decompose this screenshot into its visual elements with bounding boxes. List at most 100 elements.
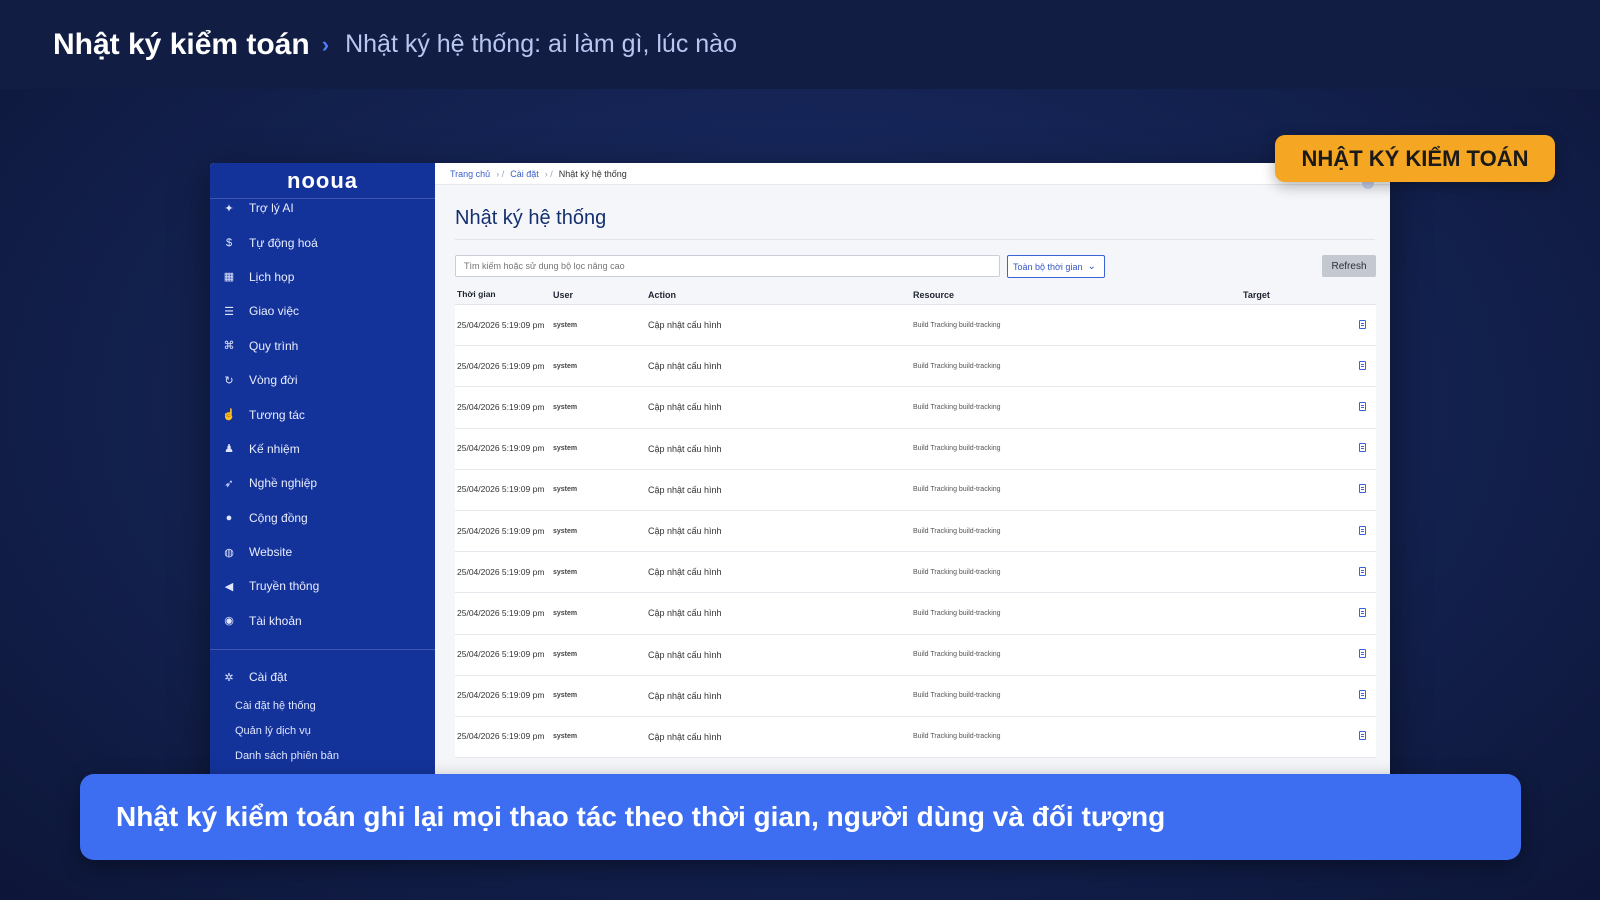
cell-time: 25/04/2026 5:19:09 pm <box>457 525 545 536</box>
time-range-value: Toàn bộ thời gian <box>1013 261 1083 272</box>
cell-resource: Build Tracking build-tracking <box>913 692 1001 700</box>
cell-time: 25/04/2026 5:19:09 pm <box>457 443 545 454</box>
sidebar-item-settings[interactable]: ✲ Cài đặt <box>210 660 435 694</box>
cell-action: Cập nhật cấu hình <box>648 731 722 742</box>
sidebar-item-label: Nghề nghiệp <box>249 476 318 491</box>
cell-user: system <box>553 321 578 329</box>
breadcrumb-settings[interactable]: Cài đặt <box>510 169 539 179</box>
sidebar-item-label: Truyền thông <box>249 579 320 594</box>
cell-time: 25/04/2026 5:19:09 pm <box>457 649 545 660</box>
document-icon[interactable] <box>1359 443 1366 453</box>
column-header-resource[interactable]: Resource <box>913 290 1243 300</box>
document-icon[interactable] <box>1359 607 1366 617</box>
cell-time: 25/04/2026 5:19:09 pm <box>457 731 545 742</box>
audit-log-table: Thời gian User Action Resource Target 25… <box>455 285 1376 759</box>
cell-time: 25/04/2026 5:19:09 pm <box>457 607 545 618</box>
search-input[interactable] <box>455 255 1000 277</box>
cell-resource: Build Tracking build-tracking <box>913 568 1001 576</box>
cell-time: 25/04/2026 5:19:09 pm <box>457 360 545 371</box>
cell-resource: Build Tracking build-tracking <box>913 651 1001 659</box>
cell-user: system <box>553 692 578 700</box>
sidebar-item[interactable]: ♟ Kế nhiệm <box>210 432 435 466</box>
users-icon: ♟ <box>224 443 234 456</box>
cell-action: Cập nhật cấu hình <box>648 690 722 701</box>
cell-user: system <box>553 733 578 741</box>
slide-title: Nhật ký kiểm toán <box>53 27 310 61</box>
table-row[interactable]: 25/04/2026 5:19:09 pm system Cập nhật cấu … <box>455 593 1376 635</box>
cell-user: system <box>553 527 578 535</box>
table-row[interactable]: 25/04/2026 5:19:09 pm system Cập nhật cấu … <box>455 716 1376 759</box>
sidebar-item[interactable]: ✦ Trợ lý AI <box>210 191 435 225</box>
document-icon[interactable] <box>1359 525 1366 535</box>
settings-subitem[interactable]: Cài đặt hệ thống <box>210 694 435 719</box>
globe-icon: ◍ <box>224 546 234 559</box>
cell-user: system <box>553 651 578 659</box>
cell-target <box>1243 319 1376 331</box>
sidebar-item-label: Website <box>249 545 293 560</box>
column-header-time[interactable]: Thời gian <box>455 288 553 301</box>
table-row[interactable]: 25/04/2026 5:19:09 pm system Cập nhật cấu … <box>455 552 1376 594</box>
column-header-user[interactable]: User <box>553 290 648 300</box>
thumbs-up-icon: ☝ <box>222 409 236 422</box>
settings-subitem[interactable]: Quản lý dịch vụ <box>210 719 435 744</box>
breadcrumb-current: Nhật ký hệ thống <box>558 168 627 179</box>
calendar-icon: ▦ <box>223 271 235 284</box>
sidebar-item[interactable]: ◀ Truyền thông <box>210 569 435 603</box>
refresh-button[interactable]: Refresh <box>1322 255 1376 277</box>
cell-time: 25/04/2026 5:19:09 pm <box>457 690 545 701</box>
cell-action: Cập nhật cấu hình <box>648 443 722 454</box>
cell-target <box>1243 525 1376 537</box>
table-row[interactable]: 25/04/2026 5:19:09 pm system Cập nhật cấu … <box>455 387 1376 429</box>
column-header-action[interactable]: Action <box>648 290 913 300</box>
document-icon[interactable] <box>1359 484 1366 494</box>
sidebar-item[interactable]: ◉ Tài khoản <box>210 604 435 638</box>
rocket-icon: ➶ <box>224 477 234 490</box>
sidebar-item[interactable]: ➶ Nghề nghiệp <box>210 466 435 500</box>
document-icon[interactable] <box>1359 401 1366 411</box>
sidebar-item-label: Giao việc <box>249 304 300 319</box>
sidebar-item[interactable]: ⌘ Quy trình <box>210 329 435 363</box>
table-row[interactable]: 25/04/2026 5:19:09 pm system Cập nhật cấu … <box>455 675 1376 717</box>
table-row[interactable]: 25/04/2026 5:19:09 pm system Cập nhật cấu … <box>455 346 1376 388</box>
table-row[interactable]: 25/04/2026 5:19:09 pm system Cập nhật cấu … <box>455 428 1376 470</box>
time-range-select[interactable]: Toàn bộ thời gian ⌄ <box>1007 255 1105 278</box>
document-icon[interactable] <box>1359 566 1366 576</box>
list-icon: ☰ <box>224 305 234 318</box>
breadcrumb-home[interactable]: Trang chủ <box>450 169 490 179</box>
table-row[interactable]: 25/04/2026 5:19:09 pm system Cập nhật cấu … <box>455 634 1376 676</box>
document-icon[interactable] <box>1359 731 1366 741</box>
document-icon[interactable] <box>1359 360 1366 370</box>
sidebar-item[interactable]: ☰ Giao việc <box>210 294 435 328</box>
sidebar-item[interactable]: ● Cộng đồng <box>210 501 435 535</box>
cell-resource: Build Tracking build-tracking <box>913 321 1001 329</box>
document-icon[interactable] <box>1359 649 1366 659</box>
caption-banner: Nhật ký kiểm toán ghi lại mọi thao tác t… <box>80 774 1521 860</box>
sidebar-item-label: Tài khoản <box>249 613 302 628</box>
cell-resource: Build Tracking build-tracking <box>913 486 1001 494</box>
sidebar-item[interactable]: ☝ Tương tác <box>210 397 435 431</box>
cell-target <box>1243 566 1376 578</box>
sidebar-item[interactable]: ◍ Website <box>210 535 435 569</box>
document-icon[interactable] <box>1359 319 1366 329</box>
sidebar-item[interactable]: ↻ Vòng đời <box>210 363 435 397</box>
chevron-down-icon: ⌄ <box>1087 261 1096 272</box>
megaphone-icon: ◀ <box>224 580 234 593</box>
breadcrumb: Trang chủ › / Cài đặt › / Nhật ký hệ thố… <box>435 163 1390 185</box>
cell-target <box>1243 401 1376 413</box>
cell-resource: Build Tracking build-tracking <box>913 527 1001 535</box>
cell-target <box>1243 443 1376 454</box>
document-icon[interactable] <box>1359 690 1366 700</box>
cell-action: Cập nhật cấu hình <box>648 320 722 331</box>
sidebar-item[interactable]: $ Tự động hoá <box>210 225 435 259</box>
sidebar-item-label: Tự động hoá <box>249 235 318 250</box>
cell-action: Cập nhật cấu hình <box>648 567 722 578</box>
settings-subitem[interactable]: Danh sách phiên bản <box>210 744 435 769</box>
table-row[interactable]: 25/04/2026 5:19:09 pm system Cập nhật cấu … <box>455 469 1376 511</box>
table-row[interactable]: 25/04/2026 5:19:09 pm system Cập nhật cấu … <box>455 305 1376 347</box>
sidebar: nooua ✦ Trợ lý AI $ Tự động hoá ▦ Lịch họp ☰ Gi… <box>210 163 435 828</box>
sidebar-item[interactable]: ▦ Lịch họp <box>210 260 435 294</box>
workflow-icon: ⌘ <box>223 340 235 353</box>
slide-header: Nhật ký kiểm toán › Nhật ký hệ thống: ai… <box>0 0 1600 89</box>
column-header-target[interactable]: Target <box>1243 290 1376 300</box>
table-row[interactable]: 25/04/2026 5:19:09 pm system Cập nhật cấu … <box>455 510 1376 553</box>
